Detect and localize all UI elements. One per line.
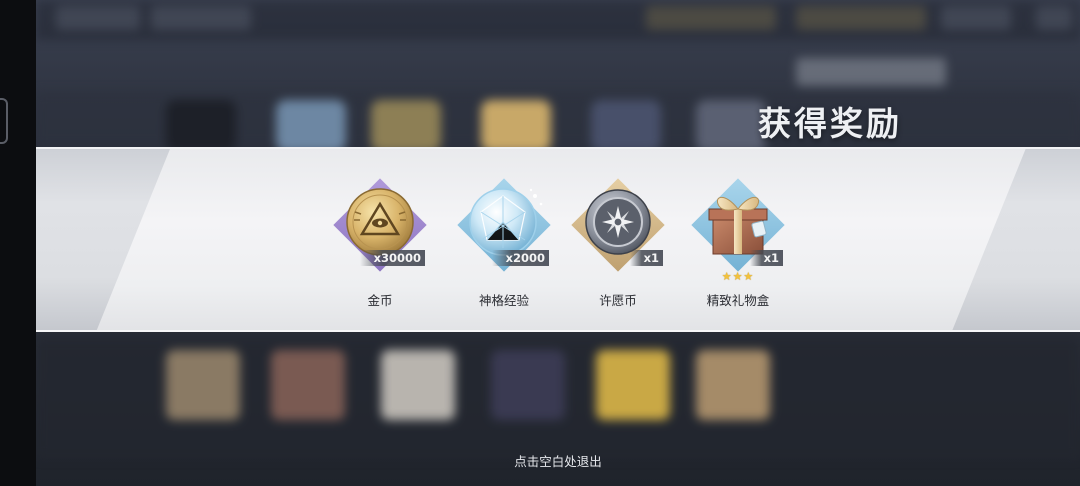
item-count: x30000	[359, 250, 425, 266]
item-count: x2000	[491, 250, 549, 266]
background-item	[276, 100, 346, 152]
item-count: x1	[629, 250, 663, 266]
star-rating: ★★★	[721, 270, 755, 283]
background-card	[596, 350, 670, 420]
reward-item-wish-coin[interactable]: x1 许愿币	[563, 178, 673, 308]
reward-item-gift-box[interactable]: x1 ★★★ 精致礼物盒	[683, 178, 793, 308]
reward-banner-highlight	[96, 148, 1026, 332]
background-card	[696, 350, 770, 420]
background-card	[166, 350, 240, 420]
item-name: 金币	[367, 293, 393, 308]
background-item	[591, 100, 661, 152]
reward-title: 获得奖励	[758, 104, 902, 143]
side-drawer-handle[interactable]	[0, 98, 8, 144]
background-currency-chip	[796, 6, 926, 30]
background-currency-chip	[646, 6, 776, 30]
background-back-chip	[56, 6, 140, 30]
reward-item-divine-exp[interactable]: x2000 神格经验	[449, 178, 559, 308]
background-chip	[1036, 6, 1072, 30]
background-item	[481, 100, 551, 152]
background-item	[166, 100, 236, 152]
background-card	[381, 350, 455, 420]
background-card	[271, 350, 345, 420]
background-chip	[151, 6, 251, 30]
item-count: x1	[749, 250, 783, 266]
left-edge-bar	[0, 0, 36, 486]
item-name: 神格经验	[478, 293, 529, 308]
banner-divider	[36, 330, 1080, 332]
background-item	[371, 100, 441, 152]
reward-screen[interactable]: 获得奖励 x30000 金币 x2000 神格经验 x1 许愿币 x1 ★★★ …	[0, 0, 1080, 486]
exit-hint[interactable]: 点击空白处退出	[0, 451, 1080, 470]
background-card	[491, 350, 565, 420]
background-title	[796, 58, 946, 86]
background-chip	[941, 6, 1011, 30]
item-name: 许愿币	[599, 293, 637, 308]
item-name: 精致礼物盒	[706, 293, 770, 308]
background-item	[696, 100, 766, 152]
banner-divider	[36, 147, 1080, 149]
reward-item-gold-coin[interactable]: x30000 金币	[325, 178, 435, 308]
